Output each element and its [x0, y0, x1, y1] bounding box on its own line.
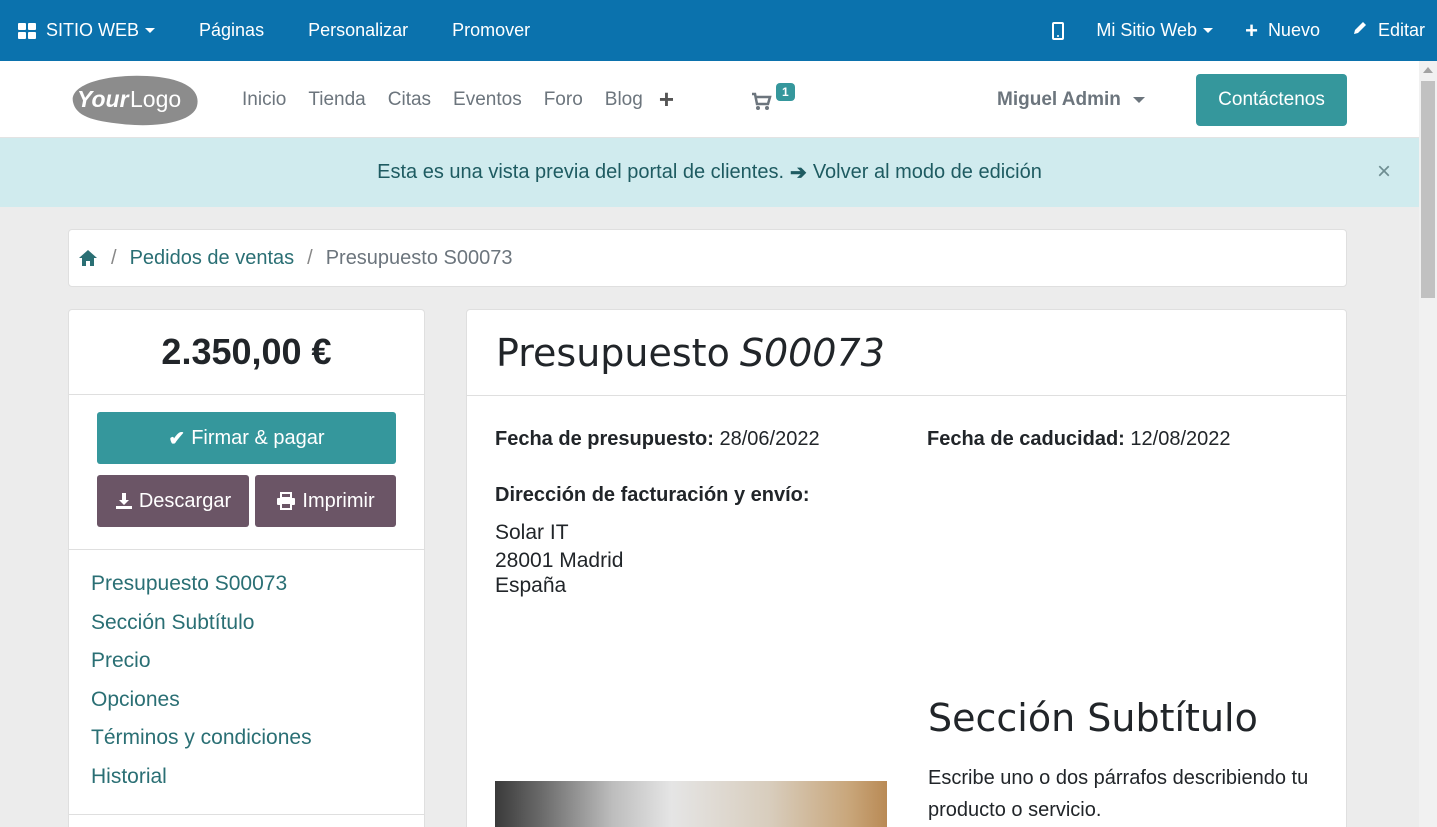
site-logo[interactable]: Your Logo [67, 72, 199, 127]
quote-number: S00073 [739, 330, 885, 375]
quote-title: Presupuesto S00073 [467, 310, 1346, 396]
cart-button[interactable]: 1 [751, 83, 801, 117]
nav-item-foro[interactable]: Foro [544, 89, 583, 111]
breadcrumb-separator: / [307, 246, 313, 269]
portal-preview-alert: Esta es una vista previa del portal de c… [0, 138, 1419, 207]
quote-card: Presupuesto S00073 Fecha de presupuesto:… [466, 309, 1347, 827]
breadcrumb-current: Presupuesto S00073 [325, 246, 513, 269]
page-scrollbar[interactable] [1419, 61, 1437, 827]
toc-item-price[interactable]: Precio [91, 649, 312, 688]
caret-down-icon [1203, 28, 1214, 33]
divider [69, 814, 424, 815]
quote-date-label: Fecha de presupuesto: [495, 428, 714, 450]
scroll-up-arrow-icon[interactable] [1423, 67, 1433, 73]
user-name: Miguel Admin [997, 88, 1121, 110]
address-label: Dirección de facturación y envío: [495, 484, 810, 506]
apps-grid-icon [18, 22, 36, 39]
caret-down-icon [145, 28, 156, 33]
quote-date-field: Fecha de presupuesto: 28/06/2022 [495, 428, 820, 451]
nav-item-blog[interactable]: Blog [605, 89, 643, 111]
site-header: Your Logo Inicio Tienda Citas Eventos Fo… [0, 61, 1419, 138]
back-to-edit-link[interactable]: Volver al modo de edición [813, 161, 1042, 184]
cart-count-badge: 1 [776, 83, 795, 101]
download-button[interactable]: Descargar [97, 475, 249, 527]
address-line: España [495, 574, 567, 597]
shopping-cart-icon [752, 92, 772, 110]
address-heading: Dirección de facturación y envío: [495, 484, 810, 507]
customize-menu[interactable]: Personalizar [286, 0, 430, 61]
user-menu[interactable]: Miguel Admin [997, 61, 1145, 138]
section-subtitle-heading: Sección Subtítulo [928, 696, 1258, 740]
divider [69, 549, 424, 550]
site-selector-label: Mi Sitio Web [1096, 20, 1198, 40]
check-icon: ✔ [168, 427, 186, 450]
promote-label: Promover [452, 20, 531, 40]
toc-item-section-subtitle[interactable]: Sección Subtítulo [91, 611, 312, 650]
quote-sidebar: 2.350,00 € ✔ Firmar & pagar Descargar Im… [68, 309, 425, 827]
home-icon[interactable] [78, 249, 98, 267]
mobile-phone-icon [1052, 21, 1065, 40]
product-image [495, 781, 887, 827]
download-icon [115, 493, 132, 509]
pages-label: Páginas [199, 20, 265, 40]
close-icon[interactable]: × [1377, 160, 1391, 184]
section-subtitle-text: Escribe uno o dos párrafos describiendo … [928, 767, 1309, 821]
breadcrumb: / Pedidos de ventas / Presupuesto S00073 [68, 229, 1347, 287]
main-nav: Inicio Tienda Citas Eventos Foro Blog + [242, 61, 674, 138]
admin-bar: SITIO WEB Páginas Personalizar Promover … [0, 0, 1437, 61]
print-button[interactable]: Imprimir [255, 475, 396, 527]
quote-title-prefix: Presupuesto [496, 330, 730, 375]
contact-us-button[interactable]: Contáctenos [1196, 74, 1347, 126]
print-icon [277, 492, 296, 510]
breadcrumb-sales-orders[interactable]: Pedidos de ventas [130, 247, 295, 270]
nav-item-tienda[interactable]: Tienda [308, 89, 365, 111]
print-label: Imprimir [302, 489, 375, 512]
promote-menu[interactable]: Promover [430, 0, 552, 61]
address-line: Solar IT [495, 521, 569, 544]
site-selector[interactable]: Mi Sitio Web [1086, 0, 1235, 61]
plus-icon: + [1245, 17, 1258, 43]
sign-and-pay-button[interactable]: ✔ Firmar & pagar [97, 412, 396, 464]
toc-item-options[interactable]: Opciones [91, 688, 312, 727]
pages-menu[interactable]: Páginas [177, 0, 286, 61]
breadcrumb-separator: / [111, 246, 117, 269]
arrow-right-icon: ➔ [790, 162, 807, 184]
scrollbar-thumb[interactable] [1421, 81, 1435, 298]
mobile-preview-button[interactable] [1052, 0, 1086, 61]
customize-label: Personalizar [308, 20, 409, 40]
caret-down-icon [1132, 96, 1145, 103]
total-amount: 2.350,00 € [69, 310, 424, 395]
toc-item-terms[interactable]: Términos y condiciones [91, 726, 312, 765]
download-label: Descargar [138, 489, 232, 512]
address-line: 28001 Madrid [495, 549, 624, 572]
billing-address: Solar IT 28001 Madrid España [495, 519, 623, 600]
expiry-date-value: 12/08/2022 [1130, 428, 1231, 450]
edit-button[interactable]: Editar [1342, 0, 1437, 61]
new-label: Nuevo [1267, 20, 1320, 40]
nav-item-citas[interactable]: Citas [388, 89, 431, 111]
toc-item-history[interactable]: Historial [91, 765, 312, 804]
expiry-date-field: Fecha de caducidad: 12/08/2022 [927, 428, 1231, 451]
website-menu[interactable]: SITIO WEB [0, 0, 177, 61]
sign-and-pay-label: Firmar & pagar [191, 426, 325, 449]
nav-item-inicio[interactable]: Inicio [242, 89, 286, 111]
quote-date-value: 28/06/2022 [719, 428, 820, 450]
new-button[interactable]: + Nuevo [1235, 0, 1342, 61]
svg-text:Logo: Logo [130, 86, 181, 112]
nav-item-eventos[interactable]: Eventos [453, 89, 522, 111]
edit-label: Editar [1377, 20, 1425, 40]
add-menu-plus-icon[interactable]: + [659, 84, 674, 115]
pencil-icon [1352, 20, 1368, 41]
table-of-contents: Presupuesto S00073 Sección Subtítulo Pre… [91, 572, 312, 803]
toc-item-quote[interactable]: Presupuesto S00073 [91, 572, 312, 611]
svg-text:Your: Your [77, 86, 130, 112]
expiry-date-label: Fecha de caducidad: [927, 428, 1125, 450]
website-menu-label: SITIO WEB [46, 20, 140, 40]
alert-message: Esta es una vista previa del portal de c… [377, 161, 785, 183]
